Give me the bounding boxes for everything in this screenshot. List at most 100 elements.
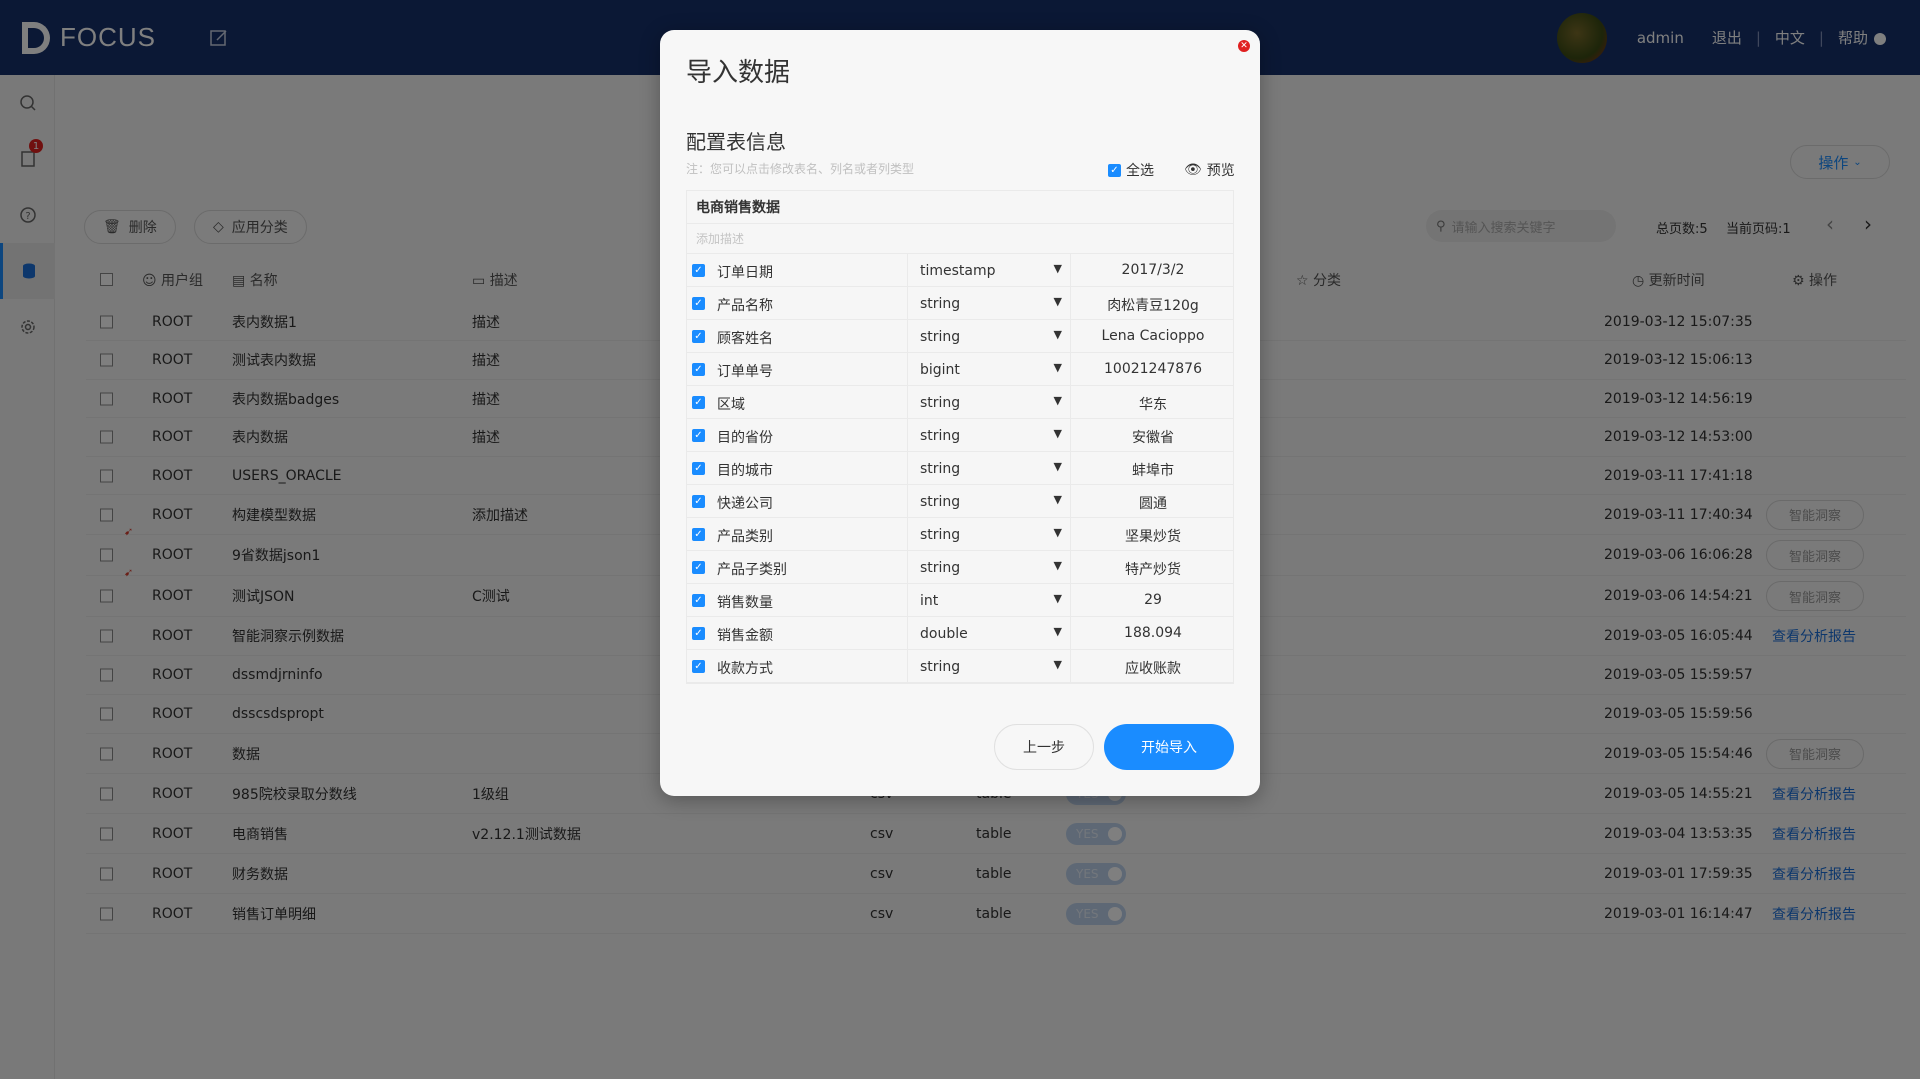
field-name[interactable]: 销售数量 (717, 592, 773, 612)
field-row: ✓ 目的城市 string ▼ 蚌埠市 (687, 452, 1233, 485)
field-sample-value: 蚌埠市 (1132, 463, 1174, 479)
field-type-select[interactable]: string ▼ (907, 419, 1071, 452)
checkbox-checked-icon: ✓ (1108, 163, 1121, 177)
field-type-select[interactable]: string ▼ (907, 287, 1071, 320)
field-row: ✓ 销售数量 int ▼ 29 (687, 584, 1233, 617)
field-row: ✓ 产品名称 string ▼ 肉松青豆120g (687, 287, 1233, 320)
field-name[interactable]: 目的省份 (717, 427, 773, 447)
field-checkbox[interactable]: ✓ (692, 660, 705, 673)
field-row: ✓ 目的省份 string ▼ 安徽省 (687, 419, 1233, 452)
start-label: 开始导入 (1141, 740, 1197, 756)
field-type-select[interactable]: bigint ▼ (907, 353, 1071, 386)
table-name: 电商销售数据 (696, 200, 780, 216)
field-sample-value: 应收账款 (1125, 661, 1181, 677)
field-name[interactable]: 销售金额 (717, 625, 773, 645)
field-row: ✓ 销售金额 double ▼ 188.094 (687, 617, 1233, 650)
field-checkbox[interactable]: ✓ (692, 594, 705, 607)
field-sample-value: 188.094 (1124, 625, 1182, 641)
field-name[interactable]: 顾客姓名 (717, 328, 773, 348)
select-all-label: 全选 (1126, 163, 1154, 179)
field-name[interactable]: 区域 (717, 394, 745, 414)
field-type: string (920, 526, 961, 543)
field-checkbox[interactable]: ✓ (692, 297, 705, 310)
field-sample-value: 肉松青豆120g (1107, 298, 1199, 314)
field-sample-value: 安徽省 (1132, 430, 1174, 446)
start-import-button[interactable]: 开始导入 (1104, 724, 1234, 770)
field-type-select[interactable]: timestamp ▼ (907, 254, 1071, 287)
field-sample-value: 10021247876 (1104, 361, 1202, 377)
table-desc-field[interactable]: 添加描述 (687, 224, 1233, 254)
field-name[interactable]: 产品名称 (717, 295, 773, 315)
field-checkbox[interactable]: ✓ (692, 462, 705, 475)
caret-down-icon: ▼ (1053, 295, 1062, 308)
caret-down-icon: ▼ (1053, 592, 1062, 605)
field-type: string (920, 394, 961, 411)
field-sample-value: 圆通 (1139, 496, 1167, 512)
field-type: string (920, 328, 961, 345)
prev-label: 上一步 (1023, 740, 1065, 756)
field-name[interactable]: 收款方式 (717, 658, 773, 678)
field-type-select[interactable]: string ▼ (907, 485, 1071, 518)
field-type-select[interactable]: string ▼ (907, 518, 1071, 551)
caret-down-icon: ▼ (1053, 394, 1062, 407)
close-icon[interactable]: ✕ (1238, 40, 1250, 52)
field-checkbox[interactable]: ✓ (692, 396, 705, 409)
field-checkbox[interactable]: ✓ (692, 264, 705, 277)
field-sample-value: 华东 (1139, 397, 1167, 413)
preview-toggle[interactable]: 👁 预览 (1184, 160, 1235, 180)
field-checkbox[interactable]: ✓ (692, 330, 705, 343)
field-type-select[interactable]: string ▼ (907, 452, 1071, 485)
table-name-field[interactable]: 电商销售数据 (687, 191, 1233, 224)
field-checkbox[interactable]: ✓ (692, 363, 705, 376)
field-type: string (920, 295, 961, 312)
select-all-toggle[interactable]: ✓ 全选 (1108, 160, 1154, 180)
field-type-select[interactable]: string ▼ (907, 320, 1071, 353)
caret-down-icon: ▼ (1053, 526, 1062, 539)
field-type-select[interactable]: string ▼ (907, 650, 1071, 683)
field-checkbox[interactable]: ✓ (692, 528, 705, 541)
field-name[interactable]: 产品类别 (717, 526, 773, 546)
field-row: ✓ 顾客姓名 string ▼ Lena Cacioppo (687, 320, 1233, 353)
caret-down-icon: ▼ (1053, 493, 1062, 506)
field-type-select[interactable]: string ▼ (907, 386, 1071, 419)
field-name[interactable]: 快递公司 (717, 493, 773, 513)
field-name[interactable]: 产品子类别 (717, 559, 787, 579)
field-type: double (920, 625, 968, 642)
field-type-select[interactable]: double ▼ (907, 617, 1071, 650)
eye-icon: 👁 (1184, 162, 1202, 178)
field-row: ✓ 快递公司 string ▼ 圆通 (687, 485, 1233, 518)
desc-placeholder: 添加描述 (696, 232, 745, 246)
field-type-select[interactable]: string ▼ (907, 551, 1071, 584)
preview-label: 预览 (1206, 163, 1235, 179)
field-row: ✓ 产品子类别 string ▼ 特产炒货 (687, 551, 1233, 584)
field-name[interactable]: 目的城市 (717, 460, 773, 480)
field-type: int (920, 592, 939, 609)
caret-down-icon: ▼ (1053, 625, 1062, 638)
previous-step-button[interactable]: 上一步 (994, 724, 1094, 770)
caret-down-icon: ▼ (1053, 559, 1062, 572)
caret-down-icon: ▼ (1053, 427, 1062, 440)
field-checkbox[interactable]: ✓ (692, 561, 705, 574)
section-title: 配置表信息 (686, 130, 786, 154)
dialog-title: 导入数据 (686, 58, 791, 88)
field-sample-value: 2017/3/2 (1121, 262, 1185, 278)
field-type: string (920, 658, 961, 675)
field-row: ✓ 订单单号 bigint ▼ 10021247876 (687, 353, 1233, 386)
field-row: ✓ 产品类别 string ▼ 坚果炒货 (687, 518, 1233, 551)
field-name[interactable]: 订单单号 (717, 361, 773, 381)
field-type: string (920, 559, 961, 576)
field-row: ✓ 收款方式 string ▼ 应收账款 (687, 650, 1233, 683)
field-config-table: 电商销售数据 添加描述 ✓ 订单日期 timestamp ▼ 2017/3/2 ✓ 产品名称… (686, 190, 1234, 684)
field-type: string (920, 460, 961, 477)
caret-down-icon: ▼ (1053, 658, 1062, 671)
field-checkbox[interactable]: ✓ (692, 495, 705, 508)
field-checkbox[interactable]: ✓ (692, 429, 705, 442)
field-type: bigint (920, 361, 960, 378)
field-type: timestamp (920, 262, 996, 279)
field-name[interactable]: 订单日期 (717, 262, 773, 282)
field-type-select[interactable]: int ▼ (907, 584, 1071, 617)
edit-note: 注：您可以点击修改表名、列名或者列类型 (686, 162, 915, 176)
field-checkbox[interactable]: ✓ (692, 627, 705, 640)
field-rows: ✓ 订单日期 timestamp ▼ 2017/3/2 ✓ 产品名称 string ▼ 肉松青豆1… (687, 254, 1233, 683)
caret-down-icon: ▼ (1053, 460, 1062, 473)
